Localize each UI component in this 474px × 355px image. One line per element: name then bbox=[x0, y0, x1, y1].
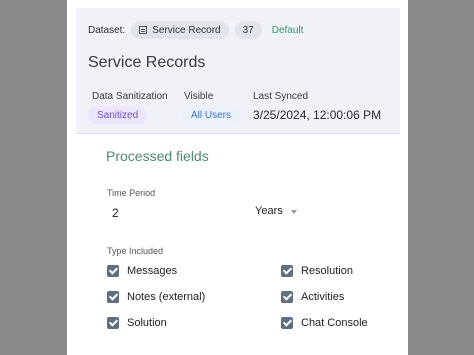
checkbox-label: Messages bbox=[127, 265, 178, 277]
checkbox-label: Solution bbox=[127, 317, 167, 329]
dataset-header: Dataset: Service Record 37 Default Servi… bbox=[76, 8, 400, 134]
time-unit-select[interactable]: Years bbox=[255, 205, 297, 217]
checkbox-solution[interactable]: Solution bbox=[107, 317, 167, 329]
checkbox-checked-icon[interactable] bbox=[107, 291, 119, 303]
synced-label: Last Synced bbox=[253, 91, 309, 102]
visibility-badge: All Users bbox=[182, 106, 241, 124]
checkbox-resolution[interactable]: Resolution bbox=[281, 265, 353, 277]
sanitized-badge: Sanitized bbox=[88, 106, 148, 124]
dataset-chip-label: Service Record bbox=[152, 24, 221, 36]
default-status: Default bbox=[271, 24, 304, 36]
last-synced-value: 3/25/2024, 12:00:06 PM bbox=[253, 108, 382, 122]
checkbox-label: Activities bbox=[301, 291, 345, 303]
type-included-label: Type Included bbox=[107, 246, 164, 256]
checkbox-checked-icon[interactable] bbox=[281, 265, 293, 277]
record-count-badge: 37 bbox=[234, 21, 262, 39]
checkbox-checked-icon[interactable] bbox=[281, 317, 293, 329]
time-period-input[interactable]: 2 bbox=[112, 206, 119, 220]
dataset-row: Dataset: Service Record 37 Default bbox=[88, 21, 303, 39]
checkbox-messages[interactable]: Messages bbox=[107, 265, 177, 277]
time-unit-value: Years bbox=[255, 205, 283, 217]
dataset-label: Dataset: bbox=[88, 24, 126, 36]
checkbox-checked-icon[interactable] bbox=[107, 265, 119, 277]
checkbox-checked-icon[interactable] bbox=[107, 317, 119, 329]
time-period-label: Time Period bbox=[107, 188, 156, 198]
checkbox-label: Chat Console bbox=[301, 317, 368, 329]
checkbox-label: Notes (external) bbox=[127, 291, 206, 303]
checkbox-notes-external[interactable]: Notes (external) bbox=[107, 291, 205, 303]
checkbox-activities[interactable]: Activities bbox=[281, 291, 344, 303]
checkbox-checked-icon[interactable] bbox=[281, 291, 293, 303]
visible-label: Visible bbox=[184, 91, 214, 102]
processed-fields-title: Processed fields bbox=[106, 148, 209, 164]
page-title: Service Records bbox=[88, 54, 206, 71]
dataset-chip[interactable]: Service Record bbox=[131, 21, 229, 39]
checkbox-chat-console[interactable]: Chat Console bbox=[281, 317, 368, 329]
chevron-down-icon bbox=[290, 210, 297, 214]
document-icon bbox=[139, 26, 148, 34]
checkbox-label: Resolution bbox=[301, 265, 353, 277]
sanitization-label: Data Sanitization bbox=[92, 91, 168, 102]
